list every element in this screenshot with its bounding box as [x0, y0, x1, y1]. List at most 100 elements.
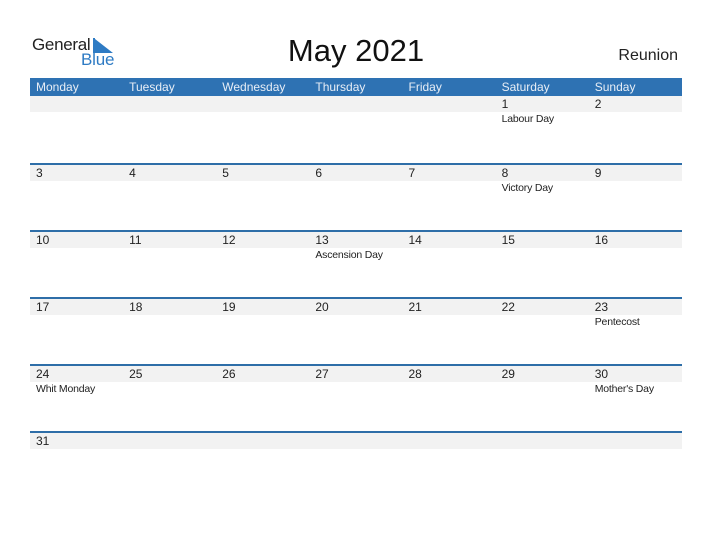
empty-cell — [589, 433, 682, 449]
day-number: 13 — [315, 233, 329, 247]
week-row: 3 4 5 6 7 8 Victory Day 9 — [30, 163, 682, 230]
day-number: 22 — [501, 300, 515, 314]
day-number: 2 — [594, 97, 602, 111]
weekday-header: Monday Tuesday Wednesday Thursday Friday Satu… — [30, 78, 682, 96]
day-number: 18 — [129, 300, 143, 314]
day-number — [595, 433, 682, 449]
day-cell[interactable]: 24 Whit Monday — [30, 366, 123, 395]
week-row: 31 — [30, 431, 682, 449]
day-cell[interactable]: 22 — [496, 299, 589, 328]
day-cell[interactable]: 28 — [403, 366, 496, 395]
day-number: 23 — [594, 300, 609, 314]
day-number: 3 — [36, 166, 43, 180]
day-cell[interactable]: 7 — [403, 165, 496, 194]
day-number: 10 — [36, 233, 50, 247]
holiday-label: Pentecost — [594, 316, 640, 328]
empty-cell — [123, 96, 216, 125]
day-number — [36, 96, 123, 112]
weekday-monday: Monday — [36, 80, 79, 94]
calendar-grid: Monday Tuesday Wednesday Thursday Friday Satu… — [30, 78, 682, 449]
day-number — [409, 433, 496, 449]
holiday-label: Victory Day — [501, 182, 553, 194]
day-number: 12 — [222, 233, 236, 247]
day-number: 29 — [501, 367, 515, 381]
week-row: 17 18 19 20 21 22 23 Pentecost — [30, 297, 682, 364]
day-number: 24 — [36, 367, 50, 381]
day-cell[interactable]: 5 — [216, 165, 309, 194]
day-number: 31 — [36, 434, 50, 448]
day-cell[interactable]: 16 — [589, 232, 682, 261]
empty-cell — [123, 433, 216, 449]
day-cell[interactable]: 20 — [309, 299, 402, 328]
weekday-friday: Friday — [408, 80, 442, 94]
day-cell[interactable]: 14 — [403, 232, 496, 261]
day-number: 14 — [408, 233, 422, 247]
day-cell[interactable]: 17 — [30, 299, 123, 328]
empty-cell — [309, 433, 402, 449]
day-number: 21 — [408, 300, 422, 314]
day-number: 30 — [594, 367, 609, 381]
day-cell[interactable]: 18 — [123, 299, 216, 328]
day-cell[interactable]: 9 — [589, 165, 682, 194]
weekday-tuesday: Tuesday — [129, 80, 175, 94]
weekday-saturday: Saturday — [501, 80, 550, 94]
day-number: 15 — [501, 233, 515, 247]
day-number: 28 — [408, 367, 422, 381]
day-cell[interactable]: 10 — [30, 232, 123, 261]
weekday-sunday: Sunday — [594, 80, 636, 94]
day-cell[interactable]: 29 — [496, 366, 589, 395]
day-number: 17 — [36, 300, 50, 314]
holiday-label: Mother's Day — [594, 383, 654, 395]
day-cell[interactable]: 4 — [123, 165, 216, 194]
day-number — [502, 433, 589, 449]
day-number — [129, 433, 216, 449]
day-number: 11 — [129, 233, 142, 247]
day-number: 5 — [222, 166, 229, 180]
day-cell[interactable]: 3 — [30, 165, 123, 194]
day-cell[interactable]: 25 — [123, 366, 216, 395]
day-cell[interactable]: 1 Labour Day — [496, 96, 589, 125]
day-number: 1 — [501, 97, 509, 111]
day-number — [222, 433, 309, 449]
day-cell[interactable]: 8 Victory Day — [496, 165, 589, 194]
empty-cell — [403, 433, 496, 449]
day-cell[interactable]: 26 — [216, 366, 309, 395]
day-cell[interactable]: 6 — [309, 165, 402, 194]
empty-cell — [30, 96, 123, 125]
empty-cell — [309, 96, 402, 125]
region-label: Reunion — [618, 47, 678, 64]
empty-cell — [496, 433, 589, 449]
day-number: 4 — [129, 166, 136, 180]
day-number: 6 — [315, 166, 323, 180]
day-cell[interactable]: 11 — [123, 232, 216, 261]
day-number — [409, 96, 496, 112]
day-number: 26 — [222, 367, 236, 381]
day-cell[interactable]: 21 — [403, 299, 496, 328]
day-number: 8 — [501, 166, 509, 180]
day-cell[interactable]: 23 Pentecost — [589, 299, 682, 328]
day-number: 9 — [594, 166, 602, 180]
day-cell[interactable]: 12 — [216, 232, 309, 261]
day-cell[interactable]: 27 — [309, 366, 402, 395]
week-row: 1 Labour Day 2 — [30, 96, 682, 163]
day-cell[interactable]: 30 Mother's Day — [589, 366, 682, 395]
day-number — [315, 96, 402, 112]
day-number: 16 — [594, 233, 609, 247]
day-number — [129, 96, 216, 112]
day-cell[interactable]: 2 — [589, 96, 682, 125]
empty-cell — [403, 96, 496, 125]
day-number: 19 — [222, 300, 236, 314]
day-cell[interactable]: 15 — [496, 232, 589, 261]
calendar-weeks: 1 Labour Day 2 3 4 5 6 7 8 Victory Day 9 10 11 12 13 As… — [30, 96, 682, 449]
day-cell[interactable]: 31 — [30, 433, 123, 449]
day-number — [315, 433, 402, 449]
day-number — [222, 96, 309, 112]
day-cell[interactable]: 13 Ascension Day — [309, 232, 402, 261]
week-row: 10 11 12 13 Ascension Day 14 15 16 — [30, 230, 682, 297]
day-cell[interactable]: 19 — [216, 299, 309, 328]
page-title: May 2021 — [287, 33, 425, 68]
empty-cell — [216, 433, 309, 449]
holiday-label: Labour Day — [501, 113, 554, 125]
holiday-label: Ascension Day — [315, 249, 383, 261]
day-number: 27 — [315, 367, 329, 381]
